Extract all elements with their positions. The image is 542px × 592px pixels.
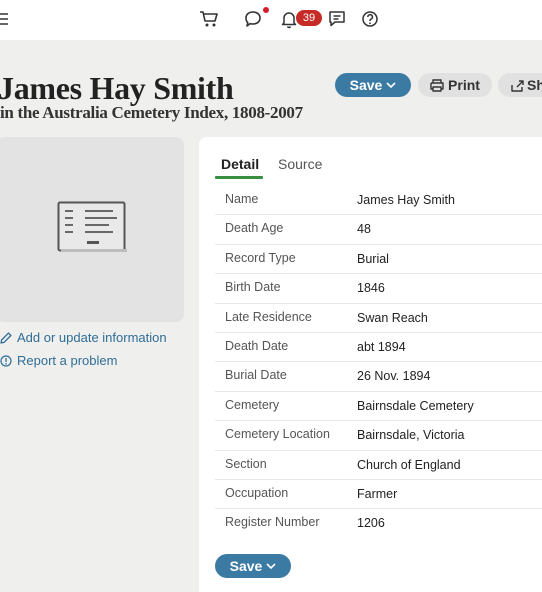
detail-label: Death Age bbox=[225, 221, 284, 236]
record-collection-subtitle: in the Australia Cemetery Index, 1808-20… bbox=[0, 103, 303, 122]
detail-label: Occupation bbox=[225, 486, 289, 500]
cart-icon[interactable] bbox=[199, 9, 219, 29]
detail-row: Occupation Farmer bbox=[215, 480, 542, 510]
detail-value: Bairnsdale Cemetery bbox=[357, 398, 474, 413]
detail-value: Bairnsdale, Victoria bbox=[357, 428, 465, 443]
add-update-information-label: Add or update information bbox=[17, 330, 167, 345]
chat-icon[interactable] bbox=[243, 9, 263, 29]
detail-row: Section Church of England bbox=[215, 451, 542, 480]
share-icon bbox=[511, 79, 524, 92]
add-update-information-link[interactable]: Add or update information bbox=[0, 330, 167, 345]
detail-label: Cemetery Location bbox=[225, 427, 330, 442]
save-button-label: Save bbox=[349, 77, 383, 93]
info-circle-icon bbox=[0, 354, 12, 367]
print-button-label: Print bbox=[448, 77, 480, 93]
detail-value: abt 1894 bbox=[357, 340, 406, 354]
report-problem-label: Report a problem bbox=[17, 353, 118, 368]
detail-label: Name bbox=[225, 192, 259, 206]
detail-value: 48 bbox=[357, 222, 371, 237]
detail-row: Birth Date 1846 bbox=[215, 274, 542, 304]
save-button-bottom[interactable]: Save bbox=[215, 554, 291, 578]
detail-label: Section bbox=[225, 456, 267, 471]
detail-value: James Hay Smith bbox=[357, 193, 455, 207]
detail-value: Farmer bbox=[357, 487, 398, 501]
share-button-label: Sh bbox=[527, 77, 542, 93]
detail-value: Swan Reach bbox=[357, 310, 428, 325]
detail-value: Burial bbox=[357, 251, 389, 266]
active-tab-indicator bbox=[215, 176, 263, 179]
detail-row: Name James Hay Smith bbox=[215, 186, 542, 216]
chat-notification-dot bbox=[263, 7, 269, 13]
detail-label: Late Residence bbox=[225, 309, 312, 324]
detail-label: Record Type bbox=[225, 250, 296, 265]
save-button[interactable]: Save bbox=[335, 73, 411, 97]
detail-row: Death Age 48 bbox=[215, 215, 542, 245]
detail-label: Birth Date bbox=[225, 280, 281, 295]
notification-count-badge[interactable]: 39 bbox=[296, 10, 322, 26]
detail-value: 26 Nov. 1894 bbox=[357, 369, 431, 384]
detail-value: 1206 bbox=[357, 516, 385, 531]
share-button[interactable]: Sh bbox=[498, 73, 542, 97]
detail-label: Register Number bbox=[225, 515, 320, 530]
detail-row: Death Date abt 1894 bbox=[215, 333, 542, 363]
tab-detail[interactable]: Detail bbox=[221, 156, 259, 172]
detail-label: Cemetery bbox=[225, 397, 280, 412]
detail-row: Cemetery Bairnsdale Cemetery bbox=[215, 392, 542, 422]
top-navigation-bar: 39 bbox=[0, 0, 542, 40]
help-icon[interactable] bbox=[360, 9, 380, 29]
save-button-bottom-label: Save bbox=[229, 558, 263, 574]
record-document-icon bbox=[57, 201, 127, 252]
detail-row: Register Number 1206 bbox=[215, 509, 542, 538]
detail-row: Record Type Burial bbox=[215, 245, 542, 275]
record-title: James Hay Smith bbox=[0, 70, 234, 106]
detail-value: Church of England bbox=[357, 457, 461, 472]
detail-row: Late Residence Swan Reach bbox=[215, 304, 542, 333]
detail-value: 1846 bbox=[357, 281, 385, 296]
chevron-down-icon bbox=[266, 563, 276, 570]
menu-icon[interactable] bbox=[0, 12, 10, 26]
chevron-down-icon bbox=[386, 82, 396, 89]
detail-row: Cemetery Location Bairnsdale, Victoria bbox=[215, 421, 542, 451]
detail-label: Death Date bbox=[225, 339, 289, 353]
tab-source[interactable]: Source bbox=[278, 156, 322, 172]
print-button[interactable]: Print bbox=[418, 73, 492, 97]
printer-icon bbox=[430, 78, 444, 92]
comment-icon[interactable] bbox=[327, 9, 347, 29]
detail-label: Burial Date bbox=[225, 368, 287, 383]
pencil-icon bbox=[0, 331, 12, 344]
report-problem-link[interactable]: Report a problem bbox=[0, 353, 117, 368]
detail-row: Burial Date 26 Nov. 1894 bbox=[215, 362, 542, 392]
